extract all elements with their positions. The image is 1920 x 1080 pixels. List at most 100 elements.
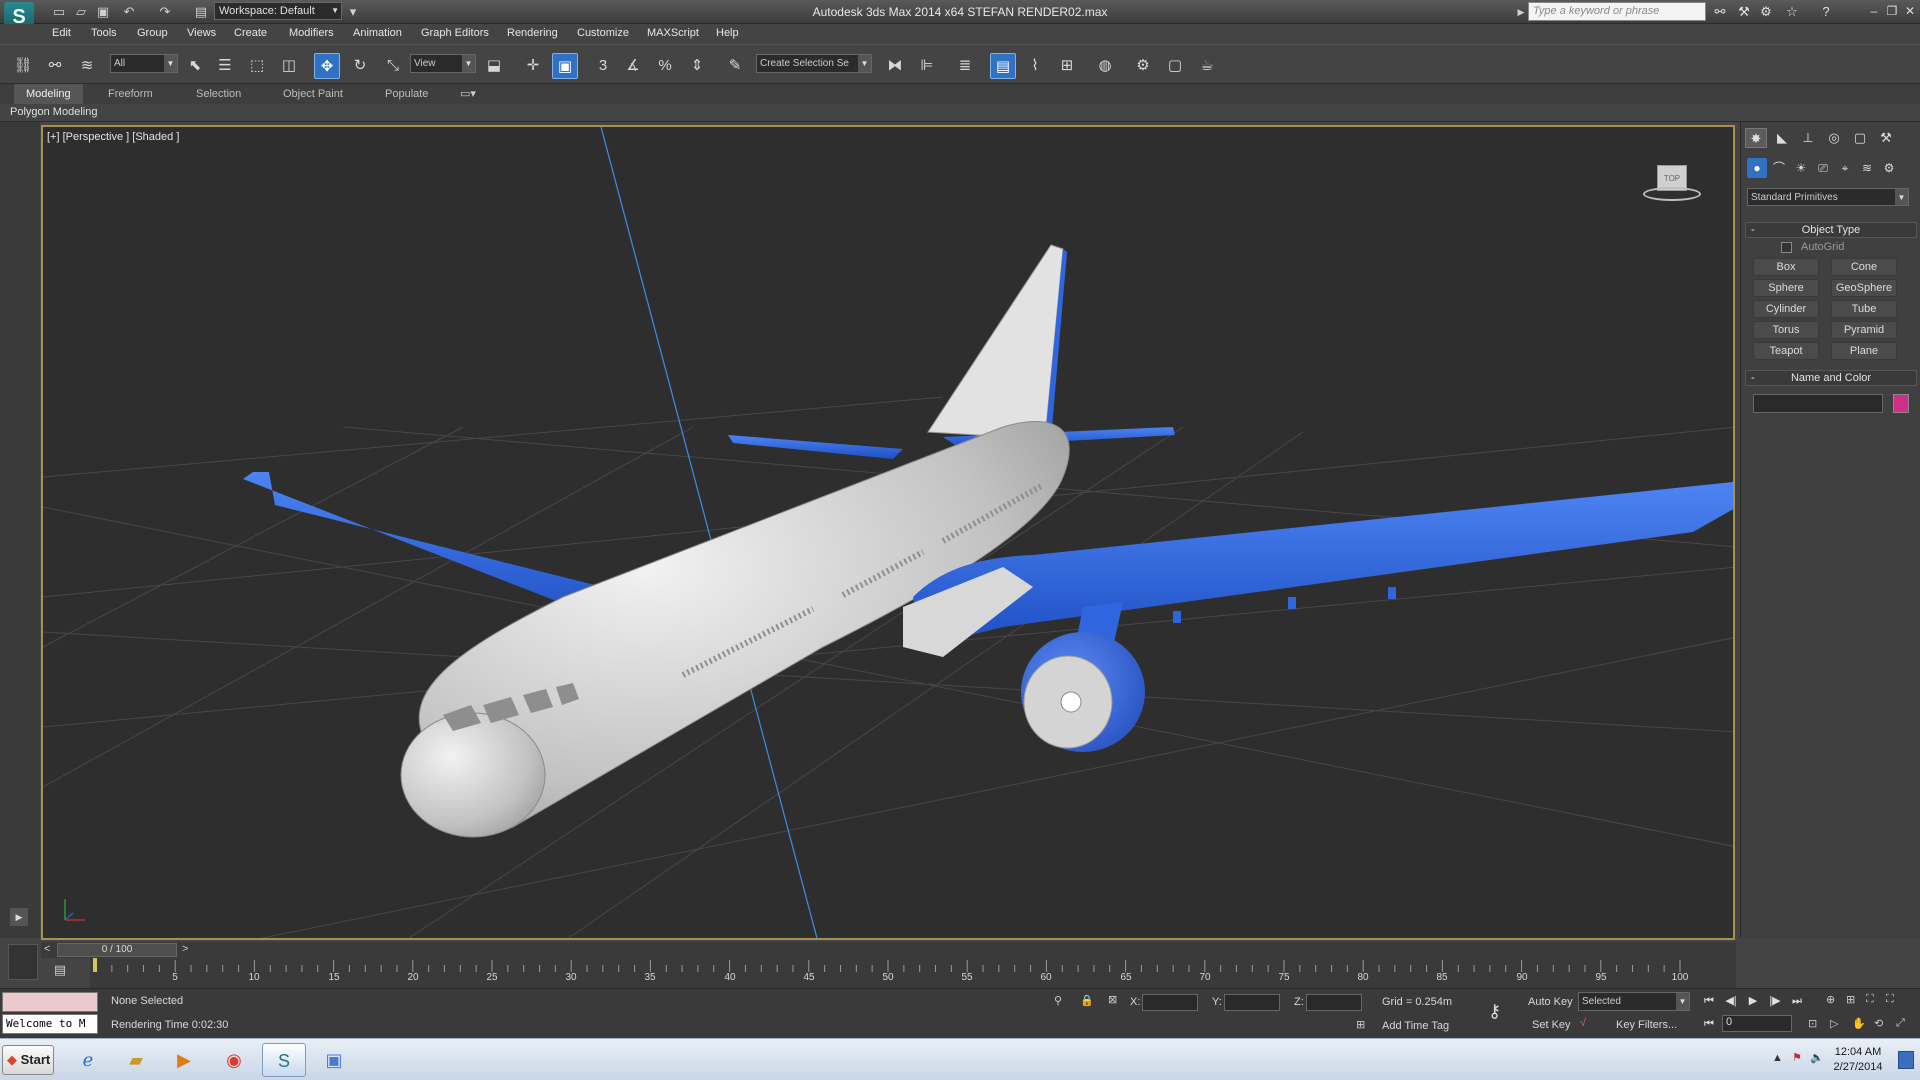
restore-button[interactable]: ❐ xyxy=(1884,3,1900,19)
render-teapot-icon[interactable]: ☕ xyxy=(1194,53,1220,79)
hierarchy-tab-icon[interactable]: ⊥ xyxy=(1797,128,1819,148)
ribbon-options-icon[interactable]: ▭▾ xyxy=(460,87,476,100)
next-frame-icon[interactable]: |▶ xyxy=(1766,992,1784,1010)
mini-listener-icon[interactable] xyxy=(8,944,38,980)
system-clock[interactable]: 12:04 AM 2/27/2014 xyxy=(1826,1045,1890,1075)
plane-button[interactable]: Plane xyxy=(1831,342,1897,360)
file-explorer-icon[interactable]: ▰ xyxy=(114,1043,158,1077)
pivot-center-icon[interactable]: ⬓ xyxy=(481,53,507,79)
teapot-button[interactable]: Teapot xyxy=(1753,342,1819,360)
menu-views[interactable]: Views xyxy=(187,27,216,39)
menu-rendering[interactable]: Rendering xyxy=(507,27,558,39)
tab-freeform[interactable]: Freeform xyxy=(96,84,165,104)
unlink-icon[interactable]: ⚯ xyxy=(42,53,68,79)
x-coordinate-input[interactable] xyxy=(1142,994,1198,1011)
object-type-rollout[interactable]: - Object Type xyxy=(1745,222,1917,238)
set-key-button[interactable]: Set Key xyxy=(1532,1019,1571,1031)
name-and-color-rollout[interactable]: - Name and Color xyxy=(1745,370,1917,386)
viewport-label[interactable]: [+] [Perspective ] [Shaded ] xyxy=(47,131,179,143)
menu-maxscript[interactable]: MAXScript xyxy=(647,27,699,39)
absolute-mode-icon[interactable]: ⊠ xyxy=(1108,993,1117,1006)
systems-icon[interactable]: ⚙ xyxy=(1879,158,1899,178)
undo-icon[interactable]: ↶ xyxy=(120,4,138,20)
key-set-dropdown[interactable]: Selected ▼ xyxy=(1578,992,1690,1011)
time-slider[interactable]: < 0 / 100 > xyxy=(41,942,1736,958)
tab-modeling[interactable]: Modeling xyxy=(14,84,83,104)
lights-icon[interactable]: ☀ xyxy=(1791,158,1811,178)
reference-coordinate-dropdown[interactable]: View ▼ xyxy=(410,54,476,73)
show-hidden-icons[interactable]: ▲ xyxy=(1772,1052,1783,1064)
project-folder-icon[interactable]: ▤ xyxy=(192,4,210,20)
internet-explorer-icon[interactable]: ℯ xyxy=(66,1043,110,1077)
bind-space-warp-icon[interactable]: ≋ xyxy=(74,53,100,79)
rendered-frame-window-icon[interactable]: ▢ xyxy=(1162,53,1188,79)
zoom-extents-all-icon[interactable]: ⛶ xyxy=(1886,993,1894,1006)
key-mode-toggle-icon[interactable]: ⏮ xyxy=(1700,1015,1718,1033)
rectangular-selection-icon[interactable]: ⬚ xyxy=(244,53,270,79)
trackbar[interactable]: 5 10 15 20 25 30 35 40 45 50 55 60 65 70… xyxy=(90,958,1736,988)
y-coordinate-input[interactable] xyxy=(1224,994,1280,1011)
isolate-icon[interactable]: ⚲ xyxy=(1054,994,1062,1007)
box-button[interactable]: Box xyxy=(1753,258,1819,276)
viewcube[interactable]: TOP xyxy=(1643,165,1701,205)
field-of-view-icon[interactable]: ▷ xyxy=(1830,1017,1838,1030)
motion-tab-icon[interactable]: ◎ xyxy=(1823,128,1845,148)
current-frame-input[interactable]: 0 xyxy=(1722,1015,1792,1032)
menu-animation[interactable]: Animation xyxy=(353,27,402,39)
cone-button[interactable]: Cone xyxy=(1831,258,1897,276)
zoom-extents-icon[interactable]: ⛶ xyxy=(1866,993,1874,1006)
menu-group[interactable]: Group xyxy=(137,27,168,39)
maxscript-listener-input[interactable]: Welcome to M xyxy=(2,1014,98,1034)
space-warps-icon[interactable]: ≋ xyxy=(1857,158,1877,178)
menu-modifiers[interactable]: Modifiers xyxy=(289,27,334,39)
key-filters-button[interactable]: Key Filters... xyxy=(1616,1019,1677,1031)
open-file-icon[interactable]: ▱ xyxy=(72,4,90,20)
select-by-name-icon[interactable]: ☰ xyxy=(212,53,238,79)
curve-editor-toggle-icon[interactable]: ▤ xyxy=(50,962,70,982)
angle-snap-icon[interactable]: ∡ xyxy=(620,53,646,79)
percent-snap-icon[interactable]: % xyxy=(652,53,678,79)
minimize-button[interactable]: – xyxy=(1866,3,1882,19)
search-input[interactable]: Type a keyword or phrase xyxy=(1528,2,1706,21)
tab-selection[interactable]: Selection xyxy=(184,84,253,104)
select-and-scale-icon[interactable]: ⤡ xyxy=(380,53,406,79)
save-file-icon[interactable]: ▣ xyxy=(94,4,112,20)
menu-help[interactable]: Help xyxy=(716,27,739,39)
select-manipulate-icon[interactable]: ✛ xyxy=(520,53,546,79)
selection-filter-dropdown[interactable]: All ▼ xyxy=(110,54,178,73)
image-viewer-icon[interactable]: ▣ xyxy=(312,1043,356,1077)
orbit-icon[interactable]: ⟲ xyxy=(1874,1017,1883,1030)
key-mode-curve-icon[interactable]: √ xyxy=(1580,1017,1586,1029)
media-player-icon[interactable]: ▶ xyxy=(162,1043,206,1077)
pyramid-button[interactable]: Pyramid xyxy=(1831,321,1897,339)
zoom-all-icon[interactable]: ⊞ xyxy=(1846,993,1855,1006)
window-crossing-icon[interactable]: ◫ xyxy=(276,53,302,79)
time-configuration-icon[interactable]: ⊡ xyxy=(1808,1017,1817,1030)
perspective-viewport[interactable]: [+] [Perspective ] [Shaded ] TOP xyxy=(41,125,1735,940)
mirror-icon[interactable]: ⧓ xyxy=(882,53,908,79)
object-name-input[interactable] xyxy=(1753,394,1883,413)
keyboard-shortcut-override-icon[interactable]: ▣ xyxy=(552,53,578,79)
current-frame-marker[interactable] xyxy=(93,958,97,972)
start-button[interactable]: ◆ Start xyxy=(2,1045,54,1075)
show-desktop-icon[interactable] xyxy=(1898,1051,1914,1069)
scene-explorer-icon[interactable]: ▤ xyxy=(990,53,1016,79)
help-icon[interactable]: ? xyxy=(1816,2,1836,22)
binoculars-icon[interactable]: ⚯ xyxy=(1710,2,1730,22)
edit-named-selection-icon[interactable]: ✎ xyxy=(722,53,748,79)
menu-tools[interactable]: Tools xyxy=(91,27,117,39)
tube-button[interactable]: Tube xyxy=(1831,300,1897,318)
maxscript-listener-output[interactable] xyxy=(2,992,98,1012)
spinner-snap-icon[interactable]: ⇕ xyxy=(684,53,710,79)
zoom-icon[interactable]: ⊕ xyxy=(1826,993,1835,1006)
material-editor-icon[interactable]: ◍ xyxy=(1092,53,1118,79)
curve-editor-icon[interactable]: ⌇ xyxy=(1022,53,1048,79)
select-object-icon[interactable]: ⬉ xyxy=(182,53,208,79)
next-frame-arrow[interactable]: > xyxy=(182,943,188,955)
key-icon[interactable]: ⚷ xyxy=(1488,1001,1501,1022)
sphere-button[interactable]: Sphere xyxy=(1753,279,1819,297)
menu-graph-editors[interactable]: Graph Editors xyxy=(421,27,489,39)
modify-tab-icon[interactable]: ◣ xyxy=(1771,128,1793,148)
cylinder-button[interactable]: Cylinder xyxy=(1753,300,1819,318)
snap-toggle-icon[interactable]: 3 xyxy=(590,53,616,79)
